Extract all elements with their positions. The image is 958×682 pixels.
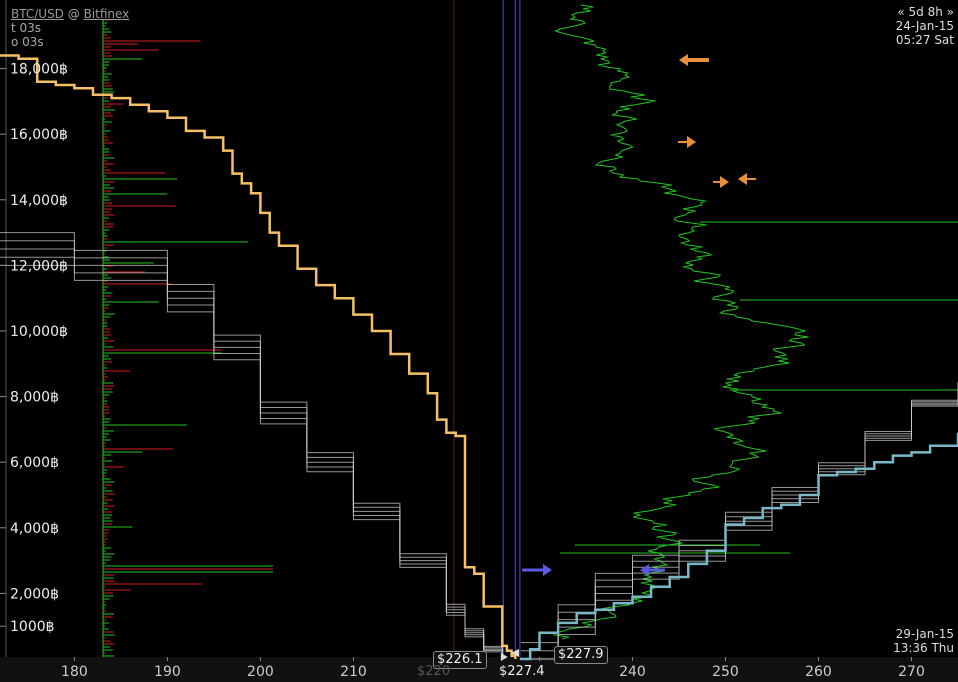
at-sign: @ [67, 7, 80, 21]
last-price-tag: $227.4 [499, 664, 545, 679]
y-tick-label: 10,000฿ [10, 324, 68, 340]
buy-arrow [522, 564, 552, 576]
end-date: 29-Jan-15 [895, 627, 954, 641]
x-tick-label: 180 [61, 664, 88, 680]
historical-depth-line [0, 232, 503, 658]
historical-depth-line [520, 385, 958, 660]
pair-link[interactable]: BTC/USD [11, 7, 64, 21]
end-time: 13:36 Thu [893, 641, 954, 655]
faded-price-tag: $220 [417, 664, 451, 679]
ask-price-tag: $227.9 [554, 646, 608, 664]
historical-depth-line [0, 264, 503, 659]
x-tick-label: 240 [619, 664, 646, 680]
start-time: 05:27 Sat [895, 33, 954, 47]
orderbook-age-label: o 03s [11, 35, 44, 49]
order-arrow [713, 176, 729, 188]
x-tick-label: 190 [154, 664, 181, 680]
market-info: BTC/USD @ Bitfinex t 03s o 03s [11, 7, 129, 49]
volume-profile [102, 19, 273, 657]
bid-depth-line [519, 432, 958, 661]
historical-depth-line [0, 256, 503, 659]
order-arrow [738, 173, 756, 185]
order-arrow [678, 136, 696, 148]
x-tick-label: 200 [247, 664, 274, 680]
end-time-panel: 29-Jan-15 13:36 Thu [893, 627, 954, 655]
start-date: 24-Jan-15 [895, 19, 954, 33]
y-tick-label: 18,000฿ [10, 62, 68, 78]
y-tick-label: 1000฿ [10, 619, 55, 635]
y-tick-label: 14,000฿ [10, 193, 68, 209]
historical-depth-line [520, 382, 958, 644]
range-control[interactable]: « 5d 8h » [896, 5, 954, 19]
time-range-panel: « 5d 8h » 24-Jan-15 05:27 Sat [896, 5, 954, 47]
historical-depth-line [0, 248, 503, 659]
x-tick-label: 260 [805, 664, 832, 680]
historical-depth-line [520, 382, 958, 652]
ask-depth-line [0, 54, 517, 659]
y-tick-label: 8,000฿ [10, 390, 59, 406]
x-tick-label: 250 [712, 664, 739, 680]
historical-depth-line [0, 240, 503, 659]
y-tick-label: 6,000฿ [10, 455, 59, 471]
trade-age-label: t 03s [11, 21, 42, 35]
x-tick-label: 270 [898, 664, 925, 680]
large-order-arrow [679, 54, 709, 66]
exchange-link[interactable]: Bitfinex [84, 7, 130, 21]
bid-volume-trace [552, 4, 809, 640]
y-tick-label: 12,000฿ [10, 258, 68, 274]
y-tick-label: 4,000฿ [10, 521, 59, 537]
depth-chart[interactable]: 1000฿ 2,000฿ 4,000฿ 6,000฿ 8,000฿ 10,000฿ 12,0… [0, 0, 958, 682]
y-tick-label: 2,000฿ [10, 586, 59, 602]
y-tick-label: 16,000฿ [10, 127, 68, 143]
x-tick-label: 210 [340, 664, 367, 680]
